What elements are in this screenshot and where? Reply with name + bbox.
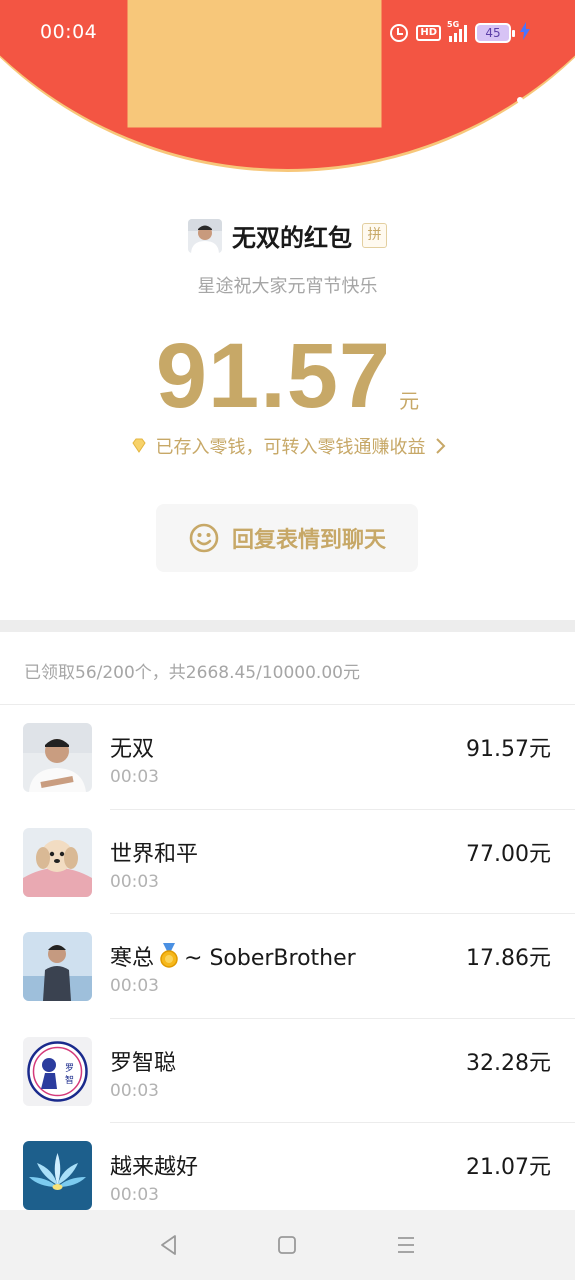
claimer-name: 越来越好	[110, 1155, 199, 1180]
saved-note-text: 已存入零钱，可转入零钱通赚收益	[155, 437, 426, 458]
claimer-name: 寒总 ~ SoberBrother	[110, 940, 356, 972]
claim-time: 00:03	[110, 1185, 159, 1205]
claim-amount: 21.07元	[466, 1155, 551, 1180]
charging-icon	[519, 22, 531, 44]
saved-to-balance-link[interactable]: 已存入零钱，可转入零钱通赚收益	[0, 433, 575, 459]
claim-amount: 77.00元	[466, 841, 551, 867]
network-type: 5G	[447, 20, 460, 29]
list-item[interactable]: 无双 00:03 91.57元	[0, 705, 575, 810]
avatar[interactable]	[23, 932, 92, 1001]
claimer-name: 罗智聪	[110, 1050, 177, 1076]
chevron-left-icon	[20, 87, 34, 111]
status-bar: 00:04 HD 5G 45	[0, 0, 575, 66]
amount-row: 91.57 元	[0, 326, 575, 426]
menu-lines-icon[interactable]	[394, 1233, 418, 1257]
more-button[interactable]	[517, 88, 553, 112]
claim-list: 无双 00:03 91.57元 世界和平 00:03 77.00元 寒总 ~ S…	[0, 705, 575, 1228]
more-dot	[547, 97, 553, 103]
battery-icon: 45	[475, 23, 515, 43]
back-button[interactable]	[14, 84, 44, 114]
sender-row: 无双的红包 拼	[0, 218, 575, 253]
alarm-icon	[390, 24, 409, 42]
hd-icon: HD	[416, 25, 441, 41]
status-icons: HD 5G 45	[390, 20, 531, 44]
system-nav-bar	[0, 1210, 575, 1280]
sender-name: 无双的红包	[232, 224, 352, 252]
status-time: 00:04	[40, 21, 98, 43]
medal-icon	[160, 943, 178, 968]
back-triangle-icon[interactable]	[157, 1233, 181, 1257]
logo-text: 智	[65, 1074, 74, 1086]
amount-value: 91.57	[155, 325, 392, 427]
chevron-right-icon	[435, 438, 445, 454]
claim-amount: 17.86元	[466, 946, 551, 971]
amount-unit: 元	[399, 389, 420, 413]
claimer-name-suffix: ~ SoberBrother	[184, 946, 356, 971]
avatar[interactable]	[23, 827, 92, 897]
blessing-text: 星途祝大家元宵节快乐	[197, 276, 378, 297]
section-divider	[0, 620, 575, 632]
list-item[interactable]: 寒总 ~ SoberBrother 00:03 17.86元	[0, 914, 575, 1019]
logo-text: 罗	[65, 1063, 74, 1074]
claimer-name: 世界和平	[110, 841, 199, 867]
claim-time: 00:03	[110, 871, 159, 892]
reply-sticker-button[interactable]: 回复表情到聊天	[156, 504, 418, 572]
more-dot	[532, 97, 538, 103]
reply-button-label: 回复表情到聊天	[231, 528, 386, 553]
claim-summary: 已领取56/200个，共2668.45/10000.00元	[24, 663, 360, 683]
claim-time: 00:03	[110, 976, 159, 996]
avatar[interactable]: 罗 智	[23, 1036, 92, 1106]
home-square-icon[interactable]	[275, 1233, 299, 1257]
claimer-name: 无双	[110, 737, 155, 762]
more-dot	[517, 97, 523, 103]
claim-time: 00:03	[110, 1080, 159, 1101]
list-item[interactable]: 罗 智 罗智聪 00:03 32.28元	[0, 1019, 575, 1123]
red-packet-header: 00:04 HD 5G 45	[0, 0, 575, 175]
sender-avatar[interactable]	[188, 218, 222, 253]
avatar[interactable]	[23, 723, 92, 792]
signal-icon: 5G	[447, 20, 467, 42]
avatar[interactable]	[23, 1141, 92, 1210]
diamond-icon	[131, 438, 146, 453]
claimer-name-prefix: 寒总	[110, 946, 155, 971]
claim-amount: 91.57元	[466, 737, 551, 762]
claim-amount: 32.28元	[466, 1050, 551, 1076]
list-item[interactable]: 世界和平 00:03 77.00元	[0, 810, 575, 914]
smile-icon	[189, 523, 219, 553]
claim-time: 00:03	[110, 767, 159, 787]
pin-badge: 拼	[362, 223, 387, 248]
